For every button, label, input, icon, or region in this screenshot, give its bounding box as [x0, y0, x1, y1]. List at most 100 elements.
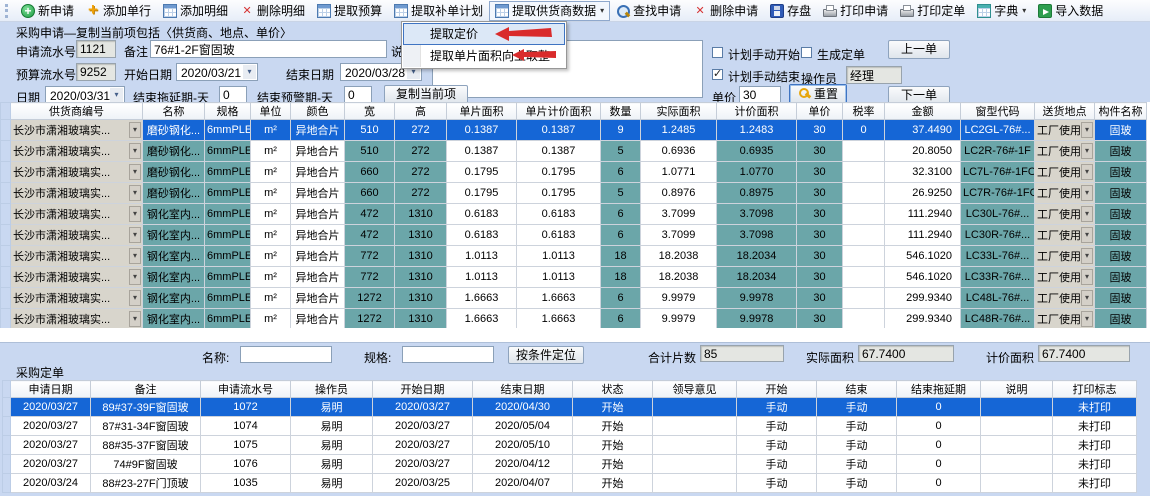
toolbar-button-import-data[interactable]: 导入数据 [1032, 1, 1109, 21]
row-selector[interactable] [1, 225, 11, 246]
chevron-down-icon[interactable]: ▾ [129, 311, 141, 327]
delivery-combo-cell[interactable]: 工厂使用▾ [1035, 141, 1095, 162]
row-selector[interactable] [1, 288, 11, 309]
table-row[interactable]: 长沙市潇湘玻璃实...▾磨砂钢化...6mmPLE...m²异地合片510272… [1, 120, 1147, 141]
row-selector[interactable] [1, 162, 11, 183]
row-selector[interactable] [3, 417, 11, 436]
table-row[interactable]: 长沙市潇湘玻璃实...▾磨砂钢化...6mmPLE...m²异地合片660272… [1, 183, 1147, 204]
name-filter-input[interactable] [240, 346, 332, 363]
table-row[interactable]: 长沙市潇湘玻璃实...▾钢化室内...6mmPLE...m²异地合片772131… [1, 246, 1147, 267]
row-selector[interactable] [1, 246, 11, 267]
table-row[interactable]: 长沙市潇湘玻璃实...▾钢化室内...6mmPLE...m²异地合片472131… [1, 225, 1147, 246]
chevron-down-icon[interactable]: ▾ [129, 185, 141, 201]
generate-order-checkbox[interactable] [801, 47, 812, 58]
supplier-combo-cell[interactable]: 长沙市潇湘玻璃实...▾ [11, 309, 143, 329]
chevron-down-icon[interactable]: ▾ [1081, 206, 1093, 222]
chevron-down-icon[interactable]: ▾ [110, 88, 123, 102]
actual-area-field[interactable] [858, 345, 954, 362]
table-row[interactable]: 长沙市潇湘玻璃实...▾磨砂钢化...6mmPLE...m²异地合片510272… [1, 141, 1147, 162]
chevron-down-icon[interactable]: ▾ [1081, 122, 1093, 138]
table-row[interactable]: 长沙市潇湘玻璃实...▾磨砂钢化...6mmPLE...m²异地合片660272… [1, 162, 1147, 183]
delivery-combo-cell[interactable]: 工厂使用▾ [1035, 309, 1095, 329]
row-selector[interactable] [1, 183, 11, 204]
previous-order-button[interactable]: 上一单 [888, 40, 950, 59]
table-row[interactable]: 长沙市潇湘玻璃实...▾钢化室内...6mmPLE...m²异地合片772131… [1, 267, 1147, 288]
chevron-down-icon[interactable]: ▾ [129, 227, 141, 243]
supplier-combo-cell[interactable]: 长沙市潇湘玻璃实...▾ [11, 162, 143, 183]
supplier-combo-cell[interactable]: 长沙市潇湘玻璃实...▾ [11, 246, 143, 267]
chevron-down-icon[interactable]: ▾ [129, 143, 141, 159]
delivery-combo-cell[interactable]: 工厂使用▾ [1035, 183, 1095, 204]
row-selector[interactable] [1, 141, 11, 162]
table-row[interactable]: 长沙市潇湘玻璃实...▾钢化室内...6mmPLE...m²异地合片127213… [1, 288, 1147, 309]
supplier-combo-cell[interactable]: 长沙市潇湘玻璃实...▾ [11, 225, 143, 246]
row-selector[interactable] [1, 267, 11, 288]
toolbar-button-extract-supplier-data[interactable]: 提取供货商数据▾ [489, 1, 610, 21]
delivery-combo-cell[interactable]: 工厂使用▾ [1035, 120, 1095, 141]
chevron-down-icon[interactable]: ▾ [129, 290, 141, 306]
table-row[interactable]: 2020/03/2788#35-37F窗固玻1075易明2020/03/2720… [3, 436, 1137, 455]
supplier-combo-cell[interactable]: 长沙市潇湘玻璃实...▾ [11, 288, 143, 309]
chevron-down-icon[interactable]: ▾ [243, 65, 256, 79]
toolbar-button-print-request[interactable]: 打印申请 [817, 1, 894, 21]
row-selector[interactable] [3, 455, 11, 474]
supplier-combo-cell[interactable]: 长沙市潇湘玻璃实...▾ [11, 204, 143, 225]
chevron-down-icon[interactable]: ▾ [1081, 143, 1093, 159]
supplier-combo-cell[interactable]: 长沙市潇湘玻璃实...▾ [11, 141, 143, 162]
delivery-combo-cell[interactable]: 工厂使用▾ [1035, 204, 1095, 225]
delivery-combo-cell[interactable]: 工厂使用▾ [1035, 288, 1095, 309]
chevron-down-icon[interactable]: ▾ [129, 206, 141, 222]
chevron-down-icon[interactable]: ▾ [129, 269, 141, 285]
toolbar-button-delete-detail[interactable]: 删除明细 [234, 1, 311, 21]
row-selector[interactable] [3, 398, 11, 417]
delivery-combo-cell[interactable]: 工厂使用▾ [1035, 225, 1095, 246]
table-row[interactable]: 2020/03/2774#9F窗固玻1076易明2020/03/272020/0… [3, 455, 1137, 474]
spec-filter-input[interactable] [402, 346, 494, 363]
start-date-select[interactable]: 2020/03/21▾ [176, 63, 258, 81]
toolbar-button-extract-budget[interactable]: 提取预算 [311, 1, 388, 21]
reset-button[interactable]: 重置 [789, 84, 847, 104]
table-row[interactable]: 长沙市潇湘玻璃实...▾钢化室内...6mmPLE...m²异地合片127213… [1, 309, 1147, 329]
supplier-combo-cell[interactable]: 长沙市潇湘玻璃实...▾ [11, 267, 143, 288]
chevron-down-icon[interactable]: ▾ [1081, 290, 1093, 306]
budget-field[interactable] [76, 63, 116, 81]
row-selector[interactable] [1, 309, 11, 329]
supplier-combo-cell[interactable]: 长沙市潇湘玻璃实...▾ [11, 120, 143, 141]
manual-start-checkbox[interactable] [712, 47, 723, 58]
row-selector[interactable] [1, 120, 11, 141]
chevron-down-icon[interactable]: ▾ [129, 248, 141, 264]
toolbar-button-add-row[interactable]: 添加单行 [80, 1, 157, 21]
delivery-combo-cell[interactable]: 工厂使用▾ [1035, 246, 1095, 267]
remark-field[interactable] [150, 40, 387, 58]
row-selector[interactable] [1, 204, 11, 225]
chevron-down-icon[interactable]: ▾ [1081, 248, 1093, 264]
toolbar-button-save[interactable]: 存盘 [764, 1, 817, 21]
toolbar-button-add-detail[interactable]: 添加明细 [157, 1, 234, 21]
pricing-area-field[interactable] [1038, 345, 1130, 362]
toolbar-button-new-request[interactable]: 新申请 [15, 1, 80, 21]
table-row[interactable]: 2020/03/2789#37-39F窗固玻1072易明2020/03/2720… [3, 398, 1137, 417]
serial-field[interactable] [76, 40, 116, 58]
delivery-combo-cell[interactable]: 工厂使用▾ [1035, 162, 1095, 183]
table-row[interactable]: 长沙市潇湘玻璃实...▾钢化室内...6mmPLE...m²异地合片472131… [1, 204, 1147, 225]
delivery-combo-cell[interactable]: 工厂使用▾ [1035, 267, 1095, 288]
chevron-down-icon[interactable]: ▾ [129, 164, 141, 180]
chevron-down-icon[interactable]: ▾ [1081, 227, 1093, 243]
total-pieces-field[interactable] [700, 345, 784, 362]
toolbar-button-delete-request[interactable]: 删除申请 [687, 1, 764, 21]
manual-end-checkbox[interactable] [712, 69, 723, 80]
table-row[interactable]: 2020/03/2787#31-34F窗固玻1074易明2020/03/2720… [3, 417, 1137, 436]
supplier-combo-cell[interactable]: 长沙市潇湘玻璃实...▾ [11, 183, 143, 204]
toolbar-button-dictionary[interactable]: 字典▾ [971, 1, 1032, 21]
table-row[interactable]: 2020/03/2488#23-27F门顶玻1035易明2020/03/2520… [3, 474, 1137, 493]
toolbar-button-extract-supplement-plan[interactable]: 提取补单计划 [388, 1, 489, 21]
row-selector[interactable] [3, 436, 11, 455]
operator-field[interactable] [846, 66, 902, 84]
chevron-down-icon[interactable]: ▾ [1081, 185, 1093, 201]
chevron-down-icon[interactable]: ▾ [1081, 164, 1093, 180]
chevron-down-icon[interactable]: ▾ [1081, 311, 1093, 327]
toolbar-grip[interactable] [5, 4, 10, 18]
chevron-down-icon[interactable]: ▾ [129, 122, 141, 138]
toolbar-button-find-request[interactable]: 查找申请 [610, 1, 687, 21]
chevron-down-icon[interactable]: ▾ [1081, 269, 1093, 285]
